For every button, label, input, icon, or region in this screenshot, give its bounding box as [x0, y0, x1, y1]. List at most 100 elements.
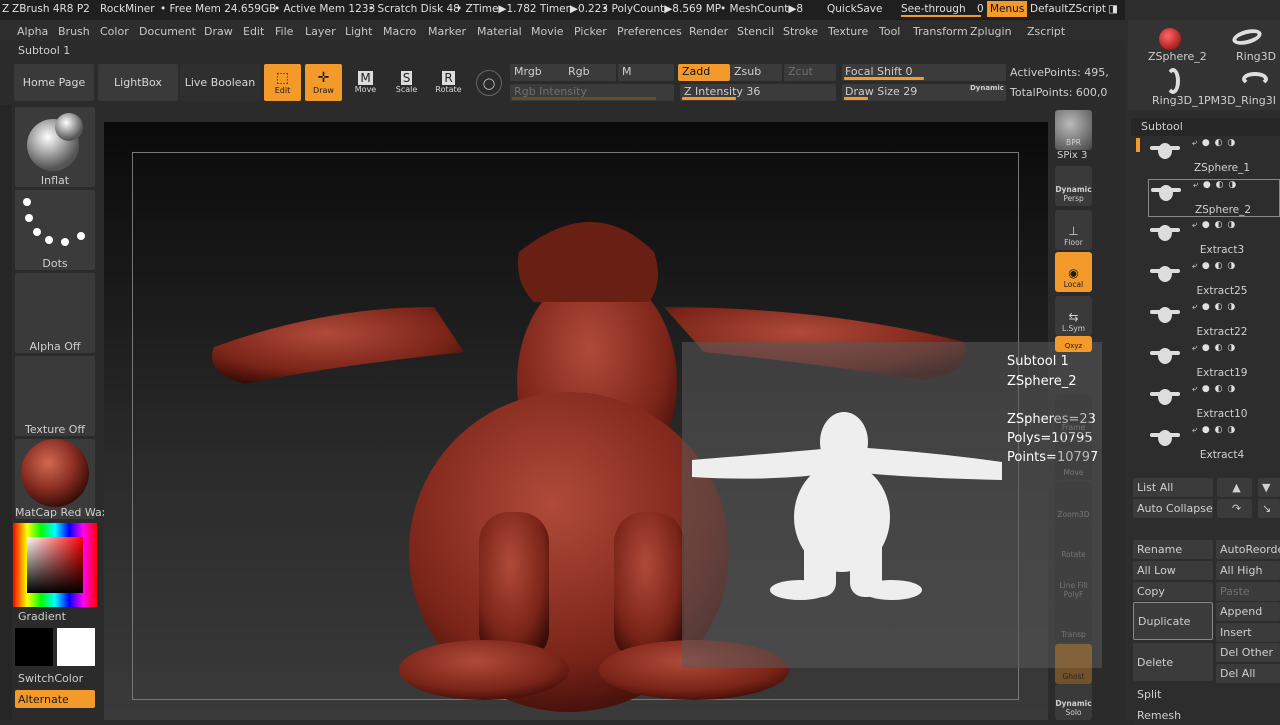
texture-slot[interactable]: Texture Off	[15, 356, 95, 436]
menu-tool[interactable]: Tool	[879, 25, 900, 38]
subtool-item[interactable]: ⤶ ● ◐ ◑ ZSphere_2	[1148, 179, 1280, 217]
append-button[interactable]: Append	[1216, 602, 1280, 621]
move-view-button[interactable]: Move	[1055, 440, 1092, 480]
see-through-slider[interactable]: See-through 0	[901, 3, 984, 17]
edit-button[interactable]: ⬚ Edit	[264, 64, 301, 101]
delete-button[interactable]: Delete	[1133, 643, 1213, 681]
subtool-visibility-controls[interactable]: ⤶ ● ◐ ◑	[1192, 261, 1236, 271]
del-all-button[interactable]: Del All	[1216, 664, 1280, 683]
menu-file[interactable]: File	[275, 25, 293, 38]
rename-button[interactable]: Rename	[1133, 540, 1213, 559]
menu-movie[interactable]: Movie	[531, 25, 564, 38]
list-all-button[interactable]: List All	[1133, 478, 1213, 497]
brush-slot[interactable]: Inflat	[15, 107, 95, 187]
frame-button[interactable]: Frame	[1055, 395, 1092, 435]
stroke-slot[interactable]: Dots	[15, 190, 95, 270]
menu-marker[interactable]: Marker	[428, 25, 466, 38]
menu-brush[interactable]: Brush	[58, 25, 90, 38]
switch-color-button[interactable]: SwitchColor	[18, 672, 83, 685]
subtool-visibility-controls[interactable]: ⤶ ● ◐ ◑	[1192, 220, 1236, 230]
draw-size-slider[interactable]: Draw Size 29 Dynamic	[842, 84, 1006, 101]
subtool-panel-header[interactable]: Subtool	[1131, 118, 1280, 136]
viewport-canvas[interactable]: Subtool 1 ZSphere_2 ZSpheres=23 Polys=10…	[104, 122, 1102, 720]
color-picker-square[interactable]	[27, 537, 83, 593]
rgb-intensity-slider[interactable]: Rgb Intensity	[510, 84, 674, 101]
mrgb-button[interactable]: Mrgb	[510, 64, 570, 81]
secondary-color-swatch[interactable]	[15, 628, 53, 666]
z-intensity-slider[interactable]: Z Intensity 36	[680, 84, 836, 101]
transp-button[interactable]: Transp	[1055, 602, 1092, 642]
default-zscript-button[interactable]: DefaultZScript	[1030, 3, 1106, 15]
live-boolean-button[interactable]: Live Boolean	[180, 64, 260, 101]
rotate-button[interactable]: R Rotate	[430, 64, 467, 101]
subtool-visibility-controls[interactable]: ⤶ ● ◐ ◑	[1192, 343, 1236, 353]
zsub-button[interactable]: Zsub	[730, 64, 782, 81]
solo-button[interactable]: Dynamic Solo	[1055, 684, 1092, 720]
move-button[interactable]: M Move	[347, 64, 384, 101]
material-slot[interactable]: MatCap Red Wax	[15, 439, 108, 519]
subtool-scroll-indicator[interactable]	[1136, 138, 1140, 152]
subtool-item[interactable]: ⤶ ● ◐ ◑ Extract4	[1148, 425, 1280, 463]
menu-texture[interactable]: Texture	[828, 25, 868, 38]
menu-render[interactable]: Render	[689, 25, 728, 38]
autoreorder-button[interactable]: AutoReorder	[1216, 540, 1280, 559]
alternate-button[interactable]: Alternate	[15, 690, 95, 708]
subtool-visibility-controls[interactable]: ⤶ ● ◐ ◑	[1192, 302, 1236, 312]
menu-light[interactable]: Light	[345, 25, 372, 38]
menu-material[interactable]: Material	[477, 25, 522, 38]
m-button[interactable]: M	[618, 64, 674, 81]
rotate-view-button[interactable]: Rotate	[1055, 522, 1092, 562]
menus-button[interactable]: Menus	[987, 1, 1028, 17]
subtool-visibility-controls[interactable]: ⤶ ● ◐ ◑	[1192, 384, 1236, 394]
auto-collapse-button[interactable]: Auto Collapse	[1133, 499, 1213, 518]
subtool-item[interactable]: ⤶ ● ◐ ◑ Extract22	[1148, 302, 1280, 340]
menu-color[interactable]: Color	[100, 25, 129, 38]
subtool-visibility-controls[interactable]: ⤶ ● ◐ ◑	[1193, 180, 1237, 190]
del-other-button[interactable]: Del Other	[1216, 643, 1280, 662]
subtool-item[interactable]: ⤶ ● ◐ ◑ Extract10	[1148, 384, 1280, 422]
subtool-item[interactable]: ⤶ ● ◐ ◑ Extract25	[1148, 261, 1280, 299]
subtool-item[interactable]: ⤶ ● ◐ ◑ Extract3	[1148, 220, 1280, 258]
tool-thumb-ring3d[interactable]: Ring3D	[1204, 20, 1280, 64]
all-low-button[interactable]: All Low	[1133, 561, 1213, 580]
menu-document[interactable]: Document	[139, 25, 196, 38]
menu-stencil[interactable]: Stencil	[737, 25, 774, 38]
tool-thumb-pm3d-ring[interactable]: PM3D_Ring3I	[1204, 64, 1280, 108]
zadd-button[interactable]: Zadd	[678, 64, 730, 81]
insert-button[interactable]: Insert	[1216, 623, 1280, 642]
xyz-button[interactable]: Qxyz	[1055, 336, 1092, 352]
sculptris-pro-icon[interactable]: ◯	[476, 70, 502, 96]
subtool-visibility-controls[interactable]: ⤶ ● ◐ ◑	[1192, 138, 1236, 148]
ghost-button[interactable]: Ghost	[1055, 644, 1092, 684]
tool-thumb-zsphere2[interactable]: ZSphere_2	[1128, 20, 1207, 64]
menu-picker[interactable]: Picker	[574, 25, 607, 38]
all-high-button[interactable]: All High	[1216, 561, 1280, 580]
menu-transform[interactable]: Transform	[913, 25, 968, 38]
paste-button[interactable]: Paste	[1216, 582, 1280, 601]
rgb-button[interactable]: Rgb	[564, 64, 616, 81]
menu-alpha[interactable]: Alpha	[17, 25, 48, 38]
focal-shift-slider[interactable]: Focal Shift 0	[842, 64, 1006, 81]
lightbox-button[interactable]: LightBox	[98, 64, 178, 101]
persp-button[interactable]: Dynamic Persp	[1055, 166, 1092, 206]
primary-color-swatch[interactable]	[57, 628, 95, 666]
move-up-arrow-icon[interactable]: ▲	[1217, 478, 1252, 497]
home-page-button[interactable]: Home Page	[14, 64, 94, 101]
menu-draw[interactable]: Draw	[204, 25, 233, 38]
menu-layer[interactable]: Layer	[305, 25, 336, 38]
menu-macro[interactable]: Macro	[383, 25, 416, 38]
swap-arrow-icon[interactable]: ↘	[1258, 499, 1280, 518]
tool-thumb-ring3d-1[interactable]: Ring3D_1	[1128, 64, 1205, 108]
bpr-button[interactable]: BPR	[1055, 110, 1092, 150]
copy-button[interactable]: Copy	[1133, 582, 1213, 601]
subtool-visibility-controls[interactable]: ⤶ ● ◐ ◑	[1192, 425, 1236, 435]
subtool-item[interactable]: ⤶ ● ◐ ◑ Extract19	[1148, 343, 1280, 381]
floor-button[interactable]: ⊥ Floor	[1055, 210, 1092, 250]
subtool-item[interactable]: ⤶ ● ◐ ◑ ZSphere_1	[1148, 138, 1280, 176]
local-button[interactable]: ◉ Local	[1055, 252, 1092, 292]
menu-zplugin[interactable]: Zplugin	[970, 25, 1012, 38]
color-picker-hue-ring[interactable]	[13, 523, 97, 607]
menu-zscript[interactable]: Zscript	[1027, 25, 1065, 38]
duplicate-button[interactable]: Duplicate	[1133, 602, 1213, 640]
spix-slider[interactable]: SPix 3	[1057, 150, 1087, 161]
